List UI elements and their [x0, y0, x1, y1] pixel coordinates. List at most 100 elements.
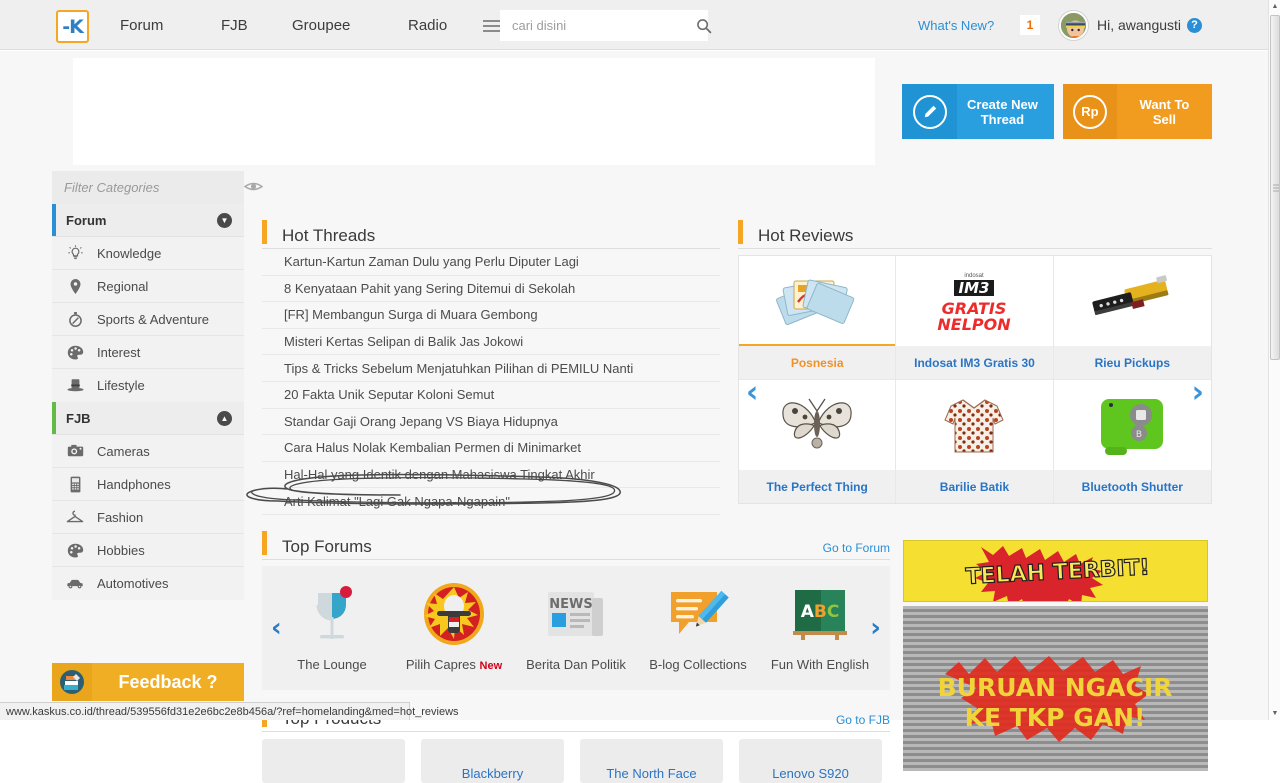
sidebar-group-fjb[interactable]: FJB ▲ [52, 402, 244, 435]
review-card-barilie-batik[interactable]: Barilie Batik [896, 380, 1053, 503]
eye-icon[interactable] [244, 180, 263, 196]
review-label[interactable]: The Perfect Thing [739, 470, 895, 503]
review-card-the-perfect-thing[interactable]: The Perfect Thing [739, 380, 896, 503]
go-to-fjb-link[interactable]: Go to FJB [836, 709, 890, 731]
user-greeting[interactable]: Hi, awangusti ? [1097, 0, 1202, 50]
speech-bubble-pencil-glyph [667, 586, 729, 642]
ad-buruan-ngacir[interactable]: BURUAN NGACIR KE TKP GAN! [903, 606, 1208, 771]
svg-text:IM3: IM3 [959, 279, 990, 297]
sidebar-item-sports-adventure[interactable]: Sports & Adventure [52, 303, 244, 336]
thread-row-annotated[interactable]: Hal-Hal yang Identik dengan Mahasiswa Ti… [262, 462, 720, 489]
pencil-glyph [922, 104, 938, 120]
vertical-scrollbar[interactable]: ▲ ▼ [1268, 0, 1280, 720]
review-card-rieu-pickups[interactable]: Rieu Pickups [1054, 256, 1211, 380]
whats-new-link[interactable]: What's New? [918, 0, 994, 50]
forum-item-berita-dan-politik[interactable]: NEWS Berita Dan Politik [526, 584, 626, 672]
thread-row[interactable]: Standar Gaji Orang Jepang VS Biaya Hidup… [262, 409, 720, 436]
create-new-thread-button[interactable]: Create New Thread [902, 84, 1054, 139]
help-icon[interactable]: ? [1187, 18, 1202, 33]
section-accent-bar [738, 220, 743, 244]
forum-item-pilih-capres[interactable]: Pilih Capres New [404, 584, 504, 672]
review-card-posnesia[interactable]: Posnesia [739, 256, 896, 380]
scrollbar-thumb[interactable] [1270, 15, 1280, 360]
sidebar-item-interest[interactable]: Interest [52, 336, 244, 369]
microphone-glyph [423, 583, 485, 645]
thread-row[interactable]: Misteri Kertas Selipan di Balik Jas Joko… [262, 329, 720, 356]
sidebar-item-cameras[interactable]: Cameras [52, 435, 244, 468]
nav-item-radio[interactable]: Radio [408, 0, 447, 50]
hot-reviews-prev-arrow[interactable]: ‹ [746, 378, 758, 408]
thread-row[interactable]: Cara Halus Nolak Kembalian Permen di Min… [262, 435, 720, 462]
forum-item-the-lounge[interactable]: The Lounge [282, 584, 382, 672]
product-card[interactable] [262, 739, 405, 783]
product-card[interactable]: Lenovo S920 [739, 739, 882, 783]
top-banner-ad[interactable] [73, 58, 875, 165]
sidebar-forum-items: Knowledge Regional [52, 237, 244, 402]
thread-row[interactable]: Tips & Tricks Sebelum Menjatuhkan Piliha… [262, 355, 720, 382]
thread-row[interactable]: 8 Kenyataan Pahit yang Sering Ditemui di… [262, 276, 720, 303]
chevron-down-icon[interactable]: ▼ [217, 213, 232, 228]
microphone-icon [423, 584, 485, 644]
scroll-up-arrow[interactable]: ▲ [1269, 0, 1280, 13]
nav-item-groupee[interactable]: Groupee [292, 0, 350, 50]
review-label[interactable]: Bluetooth Shutter [1054, 470, 1211, 503]
review-label[interactable]: Posnesia [739, 346, 895, 379]
hot-reviews-next-arrow[interactable]: › [1192, 378, 1204, 408]
thread-row[interactable]: 20 Fakta Unik Seputar Koloni Semut [262, 382, 720, 409]
thread-row[interactable]: [FR] Membangun Surga di Muara Gembong [262, 302, 720, 329]
thread-row[interactable]: Arti Kalimat "Lagi Gak Ngapa-Ngapain" [262, 488, 720, 515]
top-forums-prev-arrow[interactable]: ‹ [271, 613, 282, 643]
ad-telah-terbit[interactable]: TELAH TERBIT! [903, 540, 1208, 602]
product-card[interactable]: The North Face [580, 739, 723, 783]
review-label[interactable]: Indosat IM3 Gratis 30 [896, 346, 1052, 379]
search-glyph [696, 18, 712, 34]
forum-item-blog-collections[interactable]: B-log Collections [648, 584, 748, 672]
notification-badge[interactable]: 1 [1020, 15, 1040, 35]
batik-shirt-glyph [939, 390, 1009, 460]
want-to-sell-button[interactable]: Rp Want To Sell [1063, 84, 1212, 139]
kaskus-logo[interactable]: -K [56, 10, 89, 43]
sidebar-item-regional[interactable]: Regional [52, 270, 244, 303]
search-icon[interactable] [690, 10, 718, 41]
review-label[interactable]: Barilie Batik [896, 470, 1052, 503]
thread-title: 8 Kenyataan Pahit yang Sering Ditemui di… [284, 281, 575, 296]
filter-categories-box [52, 171, 244, 204]
product-card[interactable]: Blackberry [421, 739, 564, 783]
forum-label-text: Pilih Capres [406, 657, 476, 672]
hamburger-menu-icon[interactable] [483, 10, 500, 41]
sidebar-item-automotives[interactable]: Automotives [52, 567, 244, 600]
review-label[interactable]: Rieu Pickups [1054, 346, 1211, 379]
sidebar-item-hobbies[interactable]: Hobbies [52, 534, 244, 567]
feedback-label: Feedback ? [92, 672, 244, 693]
feedback-button[interactable]: Feedback ? [52, 663, 244, 701]
product-label: Lenovo S920 [772, 766, 849, 781]
review-card-indosat[interactable]: indosat IM3 GRATIS NELPON Indosat IM3 Gr… [896, 256, 1053, 380]
top-forums-next-arrow[interactable]: › [870, 613, 881, 643]
im3-logo-glyph: indosat IM3 GRATIS NELPON [928, 268, 1020, 334]
user-greeting-label: Hi, awangusti [1097, 17, 1181, 33]
hot-threads-title: Hot Threads [262, 224, 375, 248]
speech-bubble-pencil-icon [667, 584, 729, 644]
review-card-bluetooth-shutter[interactable]: B Bluetooth Shutter [1054, 380, 1211, 503]
forum-item-label: B-log Collections [649, 657, 747, 672]
thread-row[interactable]: Kartun-Kartun Zaman Dulu yang Perlu Dipu… [262, 249, 720, 276]
palette-icon [66, 345, 84, 360]
scroll-down-arrow[interactable]: ▼ [1269, 707, 1280, 720]
filter-categories-input[interactable] [62, 179, 244, 196]
sidebar-item-lifestyle-label: Lifestyle [97, 378, 145, 393]
chevron-up-icon[interactable]: ▲ [217, 411, 232, 426]
top-products-row: Blackberry The North Face Lenovo S920 [262, 739, 890, 783]
forum-item-label: The Lounge [297, 657, 366, 672]
avatar[interactable] [1059, 11, 1088, 40]
nav-item-forum[interactable]: Forum [120, 0, 163, 50]
search-input[interactable] [500, 10, 690, 41]
sidebar-item-handphones[interactable]: Handphones [52, 468, 244, 501]
sidebar-item-knowledge[interactable]: Knowledge [52, 237, 244, 270]
sidebar-item-lifestyle[interactable]: Lifestyle [52, 369, 244, 402]
go-to-forum-link[interactable]: Go to Forum [823, 537, 890, 559]
lightbulb-glyph [68, 245, 83, 261]
sidebar-group-forum[interactable]: Forum ▼ [52, 204, 244, 237]
forum-item-fun-with-english[interactable]: ABC Fun With English [770, 584, 870, 672]
sidebar-item-fashion[interactable]: Fashion [52, 501, 244, 534]
nav-item-fjb[interactable]: FJB [221, 0, 248, 50]
